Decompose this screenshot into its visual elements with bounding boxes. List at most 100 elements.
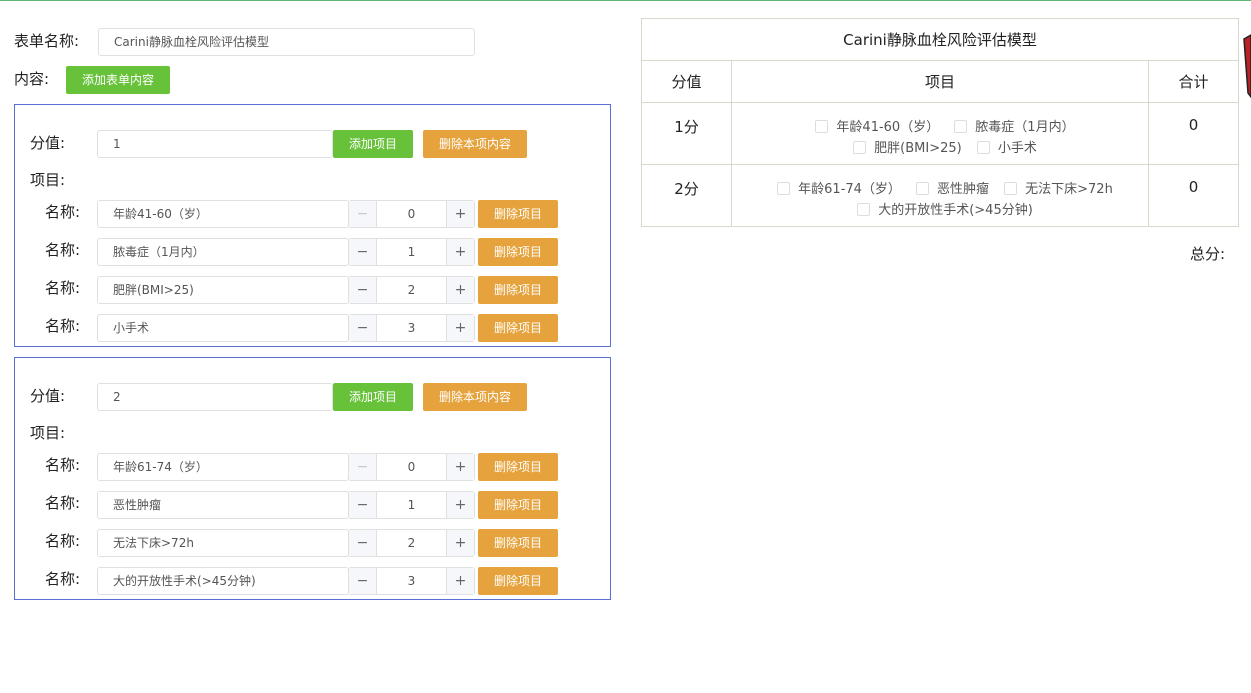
- decrement-button[interactable]: −: [349, 315, 377, 341]
- decrement-button[interactable]: −: [349, 454, 377, 480]
- decorative-edge-icon: [1243, 34, 1251, 99]
- item-name-input[interactable]: 年龄61-74（岁）: [97, 453, 349, 481]
- option-label: 小手术: [997, 141, 1037, 156]
- header-items: 项目: [731, 60, 1149, 103]
- checkbox-icon: [916, 182, 930, 195]
- delete-item-button[interactable]: 删除项目: [478, 200, 558, 228]
- item-order-value[interactable]: 1: [377, 492, 446, 518]
- header-total: 合计: [1148, 60, 1239, 103]
- item-order-stepper: − 1 +: [348, 491, 475, 519]
- decrement-button[interactable]: −: [349, 530, 377, 556]
- item-order-stepper: − 1 +: [348, 238, 475, 266]
- checkbox-icon: [777, 182, 791, 195]
- content-label: 内容:: [14, 70, 50, 88]
- delete-item-button[interactable]: 删除项目: [478, 453, 558, 481]
- option-label: 大的开放性手术(>45分钟): [878, 203, 1033, 218]
- row-total: 0: [1148, 102, 1239, 165]
- option-checkbox[interactable]: 无法下床>72h: [994, 178, 1113, 197]
- item-name-label: 名称:: [45, 570, 81, 588]
- item-order-stepper: − 3 +: [348, 314, 475, 342]
- item-order-value[interactable]: 0: [377, 201, 446, 227]
- form-name-label: 表单名称:: [14, 32, 80, 50]
- option-checkbox[interactable]: 肥胖(BMI>25): [843, 137, 962, 156]
- item-order-value[interactable]: 2: [377, 530, 446, 556]
- increment-button[interactable]: +: [446, 315, 474, 341]
- item-name-input[interactable]: 肥胖(BMI>25): [97, 276, 349, 304]
- item-name-input[interactable]: 脓毒症（1月内）: [97, 238, 349, 266]
- option-checkbox[interactable]: 脓毒症（1月内）: [944, 116, 1075, 135]
- increment-button[interactable]: +: [446, 530, 474, 556]
- delete-item-button[interactable]: 删除项目: [478, 491, 558, 519]
- decrement-button[interactable]: −: [349, 568, 377, 594]
- item-name-input[interactable]: 无法下床>72h: [97, 529, 349, 557]
- table-row: 2分 年龄61-74（岁） 恶性肿瘤 无法下床>72h 大的开放性手术(>45分…: [641, 164, 1239, 227]
- item-name-input[interactable]: 年龄41-60（岁）: [97, 200, 349, 228]
- item-name-label: 名称:: [45, 532, 81, 550]
- increment-button[interactable]: +: [446, 492, 474, 518]
- item-name-input[interactable]: 恶性肿瘤: [97, 491, 349, 519]
- preview-table: Carini静脉血栓风险评估模型 分值 项目 合计 1分 年龄41-60（岁） …: [641, 18, 1239, 227]
- delete-item-button[interactable]: 删除项目: [478, 238, 558, 266]
- item-order-value[interactable]: 3: [377, 568, 446, 594]
- delete-item-button[interactable]: 删除项目: [478, 314, 558, 342]
- checkbox-icon: [954, 120, 968, 133]
- option-checkbox[interactable]: 年龄41-60（岁）: [805, 116, 939, 135]
- add-item-button[interactable]: 添加项目: [333, 130, 413, 158]
- increment-button[interactable]: +: [446, 277, 474, 303]
- increment-button[interactable]: +: [446, 454, 474, 480]
- item-name-label: 名称:: [45, 456, 81, 474]
- item-name-label: 名称:: [45, 494, 81, 512]
- option-checkbox[interactable]: 恶性肿瘤: [906, 178, 989, 197]
- option-checkbox[interactable]: 大的开放性手术(>45分钟): [847, 199, 1033, 218]
- item-order-value[interactable]: 0: [377, 454, 446, 480]
- option-label: 年龄61-74（岁）: [798, 182, 901, 197]
- score-label: 分值:: [30, 134, 66, 152]
- decrement-button[interactable]: −: [349, 277, 377, 303]
- item-name-input[interactable]: 小手术: [97, 314, 349, 342]
- add-form-content-button[interactable]: 添加表单内容: [66, 66, 170, 94]
- delete-section-button[interactable]: 删除本项内容: [423, 383, 527, 411]
- row-options: 年龄41-60（岁） 脓毒症（1月内） 肥胖(BMI>25) 小手术: [731, 102, 1149, 165]
- item-name-input[interactable]: 大的开放性手术(>45分钟): [97, 567, 349, 595]
- row-score: 2分: [641, 164, 732, 227]
- item-order-value[interactable]: 3: [377, 315, 446, 341]
- increment-button[interactable]: +: [446, 568, 474, 594]
- option-label: 无法下床>72h: [1025, 182, 1113, 197]
- score-input[interactable]: 1: [97, 130, 333, 158]
- checkbox-icon: [853, 141, 867, 154]
- checkbox-icon: [857, 203, 871, 216]
- score-section-1: 分值: 1 添加项目 删除本项内容 项目: 名称: 年龄41-60（岁） − 0…: [14, 104, 611, 347]
- add-item-button[interactable]: 添加项目: [333, 383, 413, 411]
- delete-item-button[interactable]: 删除项目: [478, 567, 558, 595]
- items-label: 项目:: [30, 171, 66, 189]
- item-order-stepper: − 0 +: [348, 453, 475, 481]
- item-order-value[interactable]: 1: [377, 239, 446, 265]
- score-input[interactable]: 2: [97, 383, 333, 411]
- item-name-label: 名称:: [45, 241, 81, 259]
- option-checkbox[interactable]: 年龄61-74（岁）: [767, 178, 901, 197]
- items-label: 项目:: [30, 424, 66, 442]
- item-order-value[interactable]: 2: [377, 277, 446, 303]
- delete-item-button[interactable]: 删除项目: [478, 529, 558, 557]
- item-order-stepper: − 2 +: [348, 529, 475, 557]
- table-row: 1分 年龄41-60（岁） 脓毒症（1月内） 肥胖(BMI>25) 小手术 0: [641, 102, 1239, 165]
- checkbox-icon: [815, 120, 829, 133]
- increment-button[interactable]: +: [446, 239, 474, 265]
- row-options: 年龄61-74（岁） 恶性肿瘤 无法下床>72h 大的开放性手术(>45分钟): [731, 164, 1149, 227]
- decrement-button[interactable]: −: [349, 239, 377, 265]
- preview-title: Carini静脉血栓风险评估模型: [641, 18, 1239, 61]
- delete-section-button[interactable]: 删除本项内容: [423, 130, 527, 158]
- increment-button[interactable]: +: [446, 201, 474, 227]
- score-section-2: 分值: 2 添加项目 删除本项内容 项目: 名称: 年龄61-74（岁） − 0…: [14, 357, 611, 600]
- decrement-button[interactable]: −: [349, 201, 377, 227]
- decrement-button[interactable]: −: [349, 492, 377, 518]
- total-score-label: 总分:: [1190, 245, 1226, 263]
- item-order-stepper: − 3 +: [348, 567, 475, 595]
- delete-item-button[interactable]: 删除项目: [478, 276, 558, 304]
- option-label: 恶性肿瘤: [937, 182, 990, 197]
- option-label: 年龄41-60（岁）: [836, 120, 940, 135]
- row-score: 1分: [641, 102, 732, 165]
- form-name-input[interactable]: Carini静脉血栓风险评估模型: [98, 28, 475, 56]
- checkbox-icon: [1004, 182, 1018, 195]
- option-checkbox[interactable]: 小手术: [967, 137, 1037, 156]
